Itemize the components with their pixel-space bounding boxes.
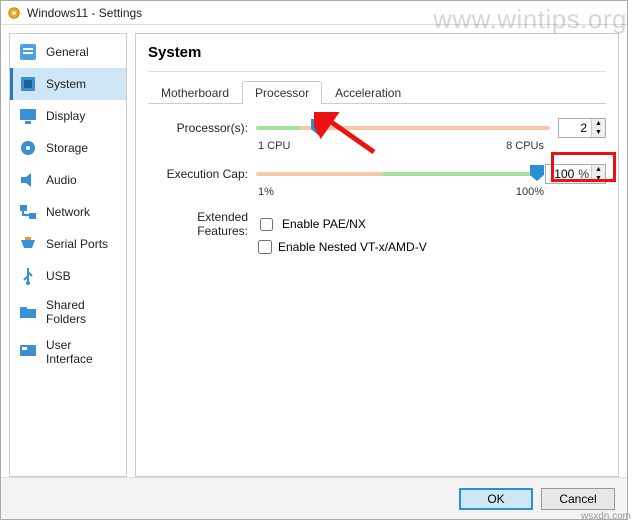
sidebar-label: User Interface [46,338,118,366]
feature-label: Enable Nested VT-x/AMD-V [278,240,427,254]
sidebar-item-audio[interactable]: Audio [10,164,126,196]
slider-thumb[interactable] [311,119,325,135]
sidebar-item-shared-folders[interactable]: Shared Folders [10,292,126,332]
settings-window: Windows11 - Settings General System Disp… [0,0,628,520]
processor-input[interactable] [559,119,591,137]
content-panel: System Motherboard Processor Acceleratio… [135,33,619,477]
sidebar-item-general[interactable]: General [10,36,126,68]
network-icon [18,202,38,222]
tabs: Motherboard Processor Acceleration [148,80,606,104]
sidebar-label: General [46,45,89,59]
cancel-button[interactable]: Cancel [541,488,615,510]
feature-pae-nx[interactable]: Enable PAE/NX [256,215,606,234]
storage-icon [18,138,38,158]
sidebar-label: System [46,77,86,91]
slider-thumb[interactable] [530,165,544,181]
display-icon [18,106,38,126]
sidebar-item-serial-ports[interactable]: Serial Ports [10,228,126,260]
window-title: Windows11 - Settings [27,6,142,20]
proc-min-label: 1 CPU [258,140,290,152]
feature-label: Enable PAE/NX [282,217,366,231]
sidebar-item-storage[interactable]: Storage [10,132,126,164]
sidebar-label: Network [46,205,90,219]
spin-up[interactable]: ▲ [592,119,605,128]
slider-track [256,172,537,176]
processors-label: Processor(s): [148,121,248,135]
section-title: System [148,44,606,61]
tab-acceleration[interactable]: Acceleration [322,81,414,104]
sidebar-item-usb[interactable]: USB [10,260,126,292]
sidebar-item-network[interactable]: Network [10,196,126,228]
processor-slider[interactable] [256,119,550,137]
sidebar-item-user-interface[interactable]: User Interface [10,332,126,372]
spin-down[interactable]: ▼ [592,174,605,183]
tab-motherboard[interactable]: Motherboard [148,81,242,104]
sidebar: General System Display Storage Audio Net… [9,33,127,477]
sidebar-label: Audio [46,173,77,187]
exec-min-label: 1% [258,186,274,198]
sidebar-label: Display [46,109,85,123]
slider-track [256,126,550,130]
exec-cap-label: Execution Cap: [148,167,248,181]
titlebar: Windows11 - Settings [1,1,627,25]
processor-spinbox[interactable]: ▲ ▼ [558,118,606,138]
ui-icon [18,342,38,362]
checkbox-pae-nx[interactable] [260,218,273,231]
sidebar-label: Serial Ports [46,237,108,251]
sidebar-item-system[interactable]: System [10,68,126,100]
exec-cap-slider[interactable] [256,165,537,183]
spin-down[interactable]: ▼ [592,128,605,137]
ok-button[interactable]: OK [459,488,533,510]
sidebar-label: Storage [46,141,88,155]
exec-cap-input[interactable] [546,165,578,183]
general-icon [18,42,38,62]
tab-processor[interactable]: Processor [242,81,322,104]
shared-folders-icon [18,302,38,322]
system-icon [18,74,38,94]
usb-icon [18,266,38,286]
checkbox-nested-vt[interactable] [258,240,272,254]
extended-features-label: Extended Features: [148,210,248,238]
sidebar-label: Shared Folders [46,298,118,326]
percent-unit: % [578,165,591,183]
sidebar-label: USB [46,269,71,283]
exec-max-label: 100% [516,186,544,198]
app-gear-icon [7,6,21,20]
spin-up[interactable]: ▲ [592,165,605,174]
proc-max-label: 8 CPUs [506,140,544,152]
dialog-footer: OK Cancel [1,477,627,519]
exec-cap-spinbox[interactable]: % ▲ ▼ [545,164,606,184]
divider [148,71,606,72]
audio-icon [18,170,38,190]
sidebar-item-display[interactable]: Display [10,100,126,132]
serial-icon [18,234,38,254]
